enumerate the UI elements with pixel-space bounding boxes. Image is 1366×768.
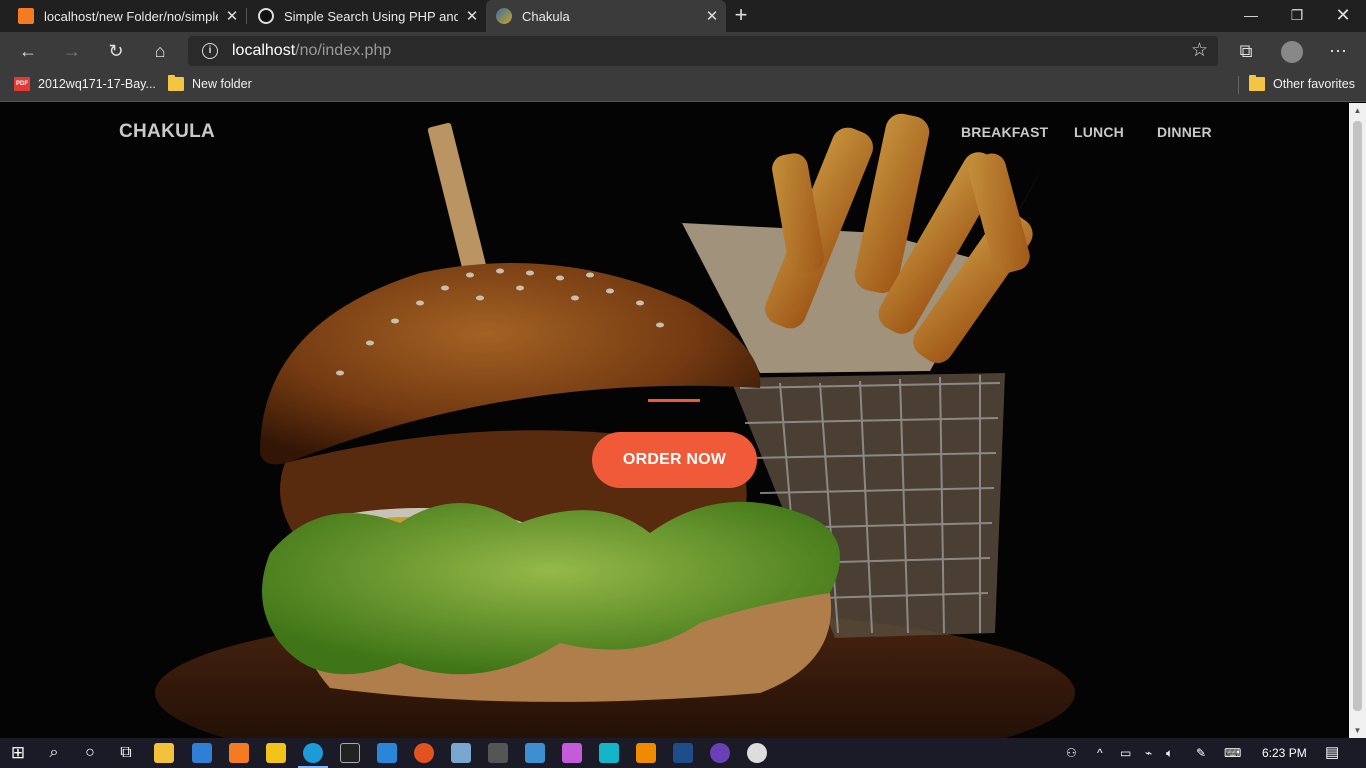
pdf-icon: PDF bbox=[14, 77, 30, 91]
battery-icon[interactable]: ▭ bbox=[1120, 738, 1131, 768]
tab-localhost-simple[interactable]: localhost/new Folder/no/simple ✕ bbox=[0, 0, 246, 32]
favorite-star-icon[interactable]: ☆ bbox=[1191, 39, 1208, 62]
obs-icon[interactable] bbox=[747, 743, 767, 763]
network-icon[interactable]: ⌁ bbox=[1145, 738, 1152, 768]
restore-icon[interactable]: ❐ bbox=[1274, 0, 1320, 32]
bookmarks-bar: PDF 2012wq171-17-Bay... New folder Other… bbox=[0, 70, 1366, 102]
app-icon[interactable] bbox=[673, 743, 693, 763]
url-text: localhost/no/index.php bbox=[232, 42, 392, 59]
store-icon[interactable] bbox=[488, 743, 508, 763]
task-view-icon[interactable]: ⧉ bbox=[114, 741, 138, 765]
photos-icon[interactable] bbox=[451, 743, 471, 763]
address-bar[interactable]: i localhost/no/index.php ☆ bbox=[188, 36, 1218, 66]
scrollbar-thumb[interactable] bbox=[1353, 121, 1362, 711]
firefox-icon[interactable] bbox=[414, 743, 434, 763]
cortana-icon[interactable]: ○ bbox=[78, 741, 102, 765]
windows-start-icon[interactable]: ⊞ bbox=[6, 741, 30, 765]
site-brand-logo[interactable]: CHAKULA bbox=[119, 121, 215, 143]
close-window-icon[interactable]: ✕ bbox=[1320, 0, 1366, 32]
close-tab-icon[interactable]: ✕ bbox=[458, 7, 486, 25]
search-icon[interactable]: ⌕ bbox=[42, 741, 66, 765]
tab-simple-search[interactable]: Simple Search Using PHP and My ✕ bbox=[246, 0, 486, 32]
collections-icon[interactable]: ⧉ bbox=[1232, 37, 1260, 65]
windows-taskbar: ⊞ ⌕ ○ ⧉ ⚇ ^ ▭ ⌁ 🔈︎ ✎ ⌨ 6:23 PM ▤ bbox=[0, 738, 1366, 768]
close-tab-icon[interactable]: ✕ bbox=[698, 7, 726, 25]
tab-chakula[interactable]: Chakula ✕ bbox=[486, 0, 726, 32]
scroll-up-icon[interactable]: ▲ bbox=[1349, 106, 1366, 115]
hero-burger-fries-image bbox=[0, 103, 1349, 738]
order-now-button[interactable]: ORDER NOW bbox=[592, 432, 757, 488]
minimize-icon[interactable]: — bbox=[1228, 0, 1274, 32]
bookmark-new-folder[interactable]: New folder bbox=[168, 75, 252, 91]
xampp-taskbar-icon[interactable] bbox=[229, 743, 249, 763]
bookmarks-divider bbox=[1238, 76, 1239, 94]
other-favorites[interactable]: Other favorites bbox=[1249, 75, 1355, 91]
paint3d-icon[interactable] bbox=[562, 743, 582, 763]
nav-dinner[interactable]: DINNER bbox=[1157, 124, 1212, 140]
nav-breakfast[interactable]: BREAKFAST bbox=[961, 124, 1048, 140]
people-icon[interactable]: ⚇ bbox=[1066, 738, 1077, 768]
vlc-icon[interactable] bbox=[636, 743, 656, 763]
folder-icon bbox=[168, 75, 184, 91]
page-scrollbar[interactable]: ▲ ▼ bbox=[1349, 103, 1366, 738]
notifications-icon[interactable]: ▤ bbox=[1325, 738, 1339, 768]
tray-chevron-icon[interactable]: ^ bbox=[1097, 738, 1103, 768]
accent-divider bbox=[648, 399, 700, 402]
clock[interactable]: 6:23 PM bbox=[1262, 738, 1307, 768]
terminal-icon[interactable] bbox=[340, 743, 360, 763]
keyboard-icon[interactable]: ⌨ bbox=[1224, 738, 1241, 768]
edge-icon[interactable] bbox=[303, 743, 323, 763]
new-tab-icon[interactable]: + bbox=[730, 4, 752, 26]
avatar-icon bbox=[1281, 41, 1303, 64]
scroll-down-icon[interactable]: ▼ bbox=[1349, 726, 1366, 735]
tab-strip: localhost/new Folder/no/simple ✕ Simple … bbox=[0, 0, 1366, 32]
mail-icon[interactable] bbox=[192, 743, 212, 763]
sticky-notes-icon[interactable] bbox=[266, 743, 286, 763]
home-icon[interactable]: ⌂ bbox=[146, 37, 174, 65]
site-info-icon[interactable]: i bbox=[202, 43, 218, 59]
nav-lunch[interactable]: LUNCH bbox=[1074, 124, 1124, 140]
xampp-icon bbox=[18, 8, 34, 24]
profile-avatar[interactable] bbox=[1278, 37, 1306, 65]
control-panel-icon[interactable] bbox=[525, 743, 545, 763]
volume-icon[interactable]: 🔈︎ bbox=[1166, 738, 1173, 768]
vscode-icon[interactable] bbox=[377, 743, 397, 763]
app-icon[interactable] bbox=[710, 743, 730, 763]
pen-icon[interactable]: ✎ bbox=[1196, 738, 1206, 768]
site-icon bbox=[496, 8, 512, 24]
folder-icon bbox=[1249, 75, 1265, 91]
app-icon[interactable] bbox=[599, 743, 619, 763]
close-tab-icon[interactable]: ✕ bbox=[218, 7, 246, 25]
back-icon[interactable]: ← bbox=[14, 37, 42, 65]
forward-icon[interactable]: → bbox=[58, 37, 86, 65]
page-viewport: CHAKULA BREAKFAST LUNCH DINNER ORDER NOW bbox=[0, 103, 1349, 738]
more-menu-icon[interactable]: ⋯ bbox=[1324, 37, 1352, 65]
bookmark-pdf[interactable]: PDF 2012wq171-17-Bay... bbox=[14, 77, 156, 91]
refresh-icon[interactable]: ↻ bbox=[102, 37, 130, 65]
github-icon bbox=[258, 8, 274, 24]
file-explorer-icon[interactable] bbox=[154, 743, 174, 763]
